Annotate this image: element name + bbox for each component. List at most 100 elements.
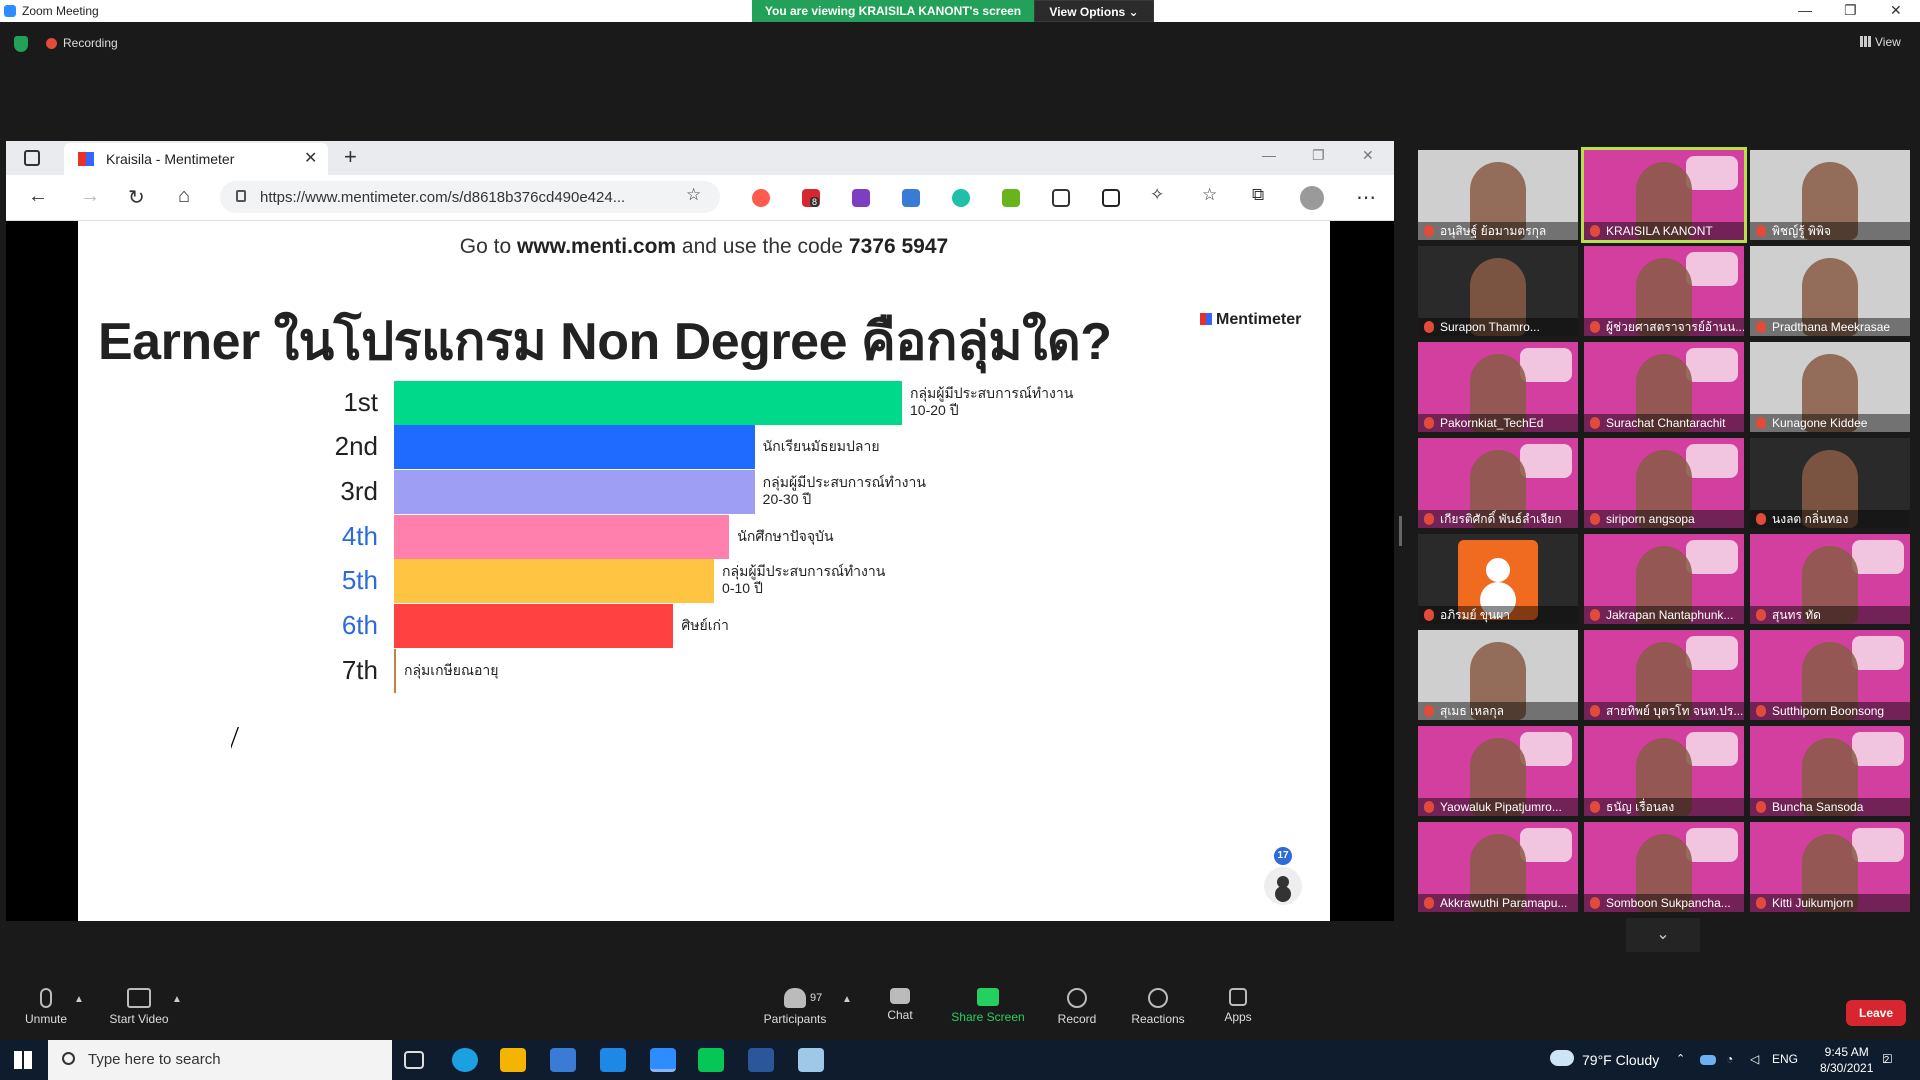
gallery-scroll-down-button[interactable]: ⌄ [1626,918,1700,952]
language-indicator[interactable]: ENG [1772,1052,1798,1066]
qr-icon[interactable] [1052,189,1070,207]
download-icon[interactable] [1002,189,1020,207]
video-options-caret-icon[interactable]: ▲ [172,994,182,1005]
browser-restore-icon[interactable]: ❐ [1312,147,1325,164]
participant-tile[interactable]: นงลต กลิ่นทอง [1750,438,1910,528]
apps-icon [1229,988,1247,1006]
collections-icon[interactable]: ⧉ [1252,185,1264,205]
favorites-icon[interactable]: ☆ [1202,185,1217,205]
onenote-icon[interactable] [852,189,870,207]
participant-tile[interactable]: Buncha Sansoda [1750,726,1910,816]
store-icon[interactable] [550,1048,576,1072]
extension-icon[interactable] [752,189,770,207]
unmute-button[interactable]: Unmute [20,988,72,1026]
participant-tile[interactable]: สายทิพย์ บุตรโท จนท.ปร... [1584,630,1744,720]
network-icon[interactable]: ◔ [1726,1052,1733,1066]
mail-icon[interactable] [600,1048,626,1072]
virtual-background-decor [1686,540,1738,574]
security-shield-icon[interactable] [14,36,28,52]
windows-taskbar: Type here to search 79°F Cloudy ⌃ ◔ ◁ EN… [0,1040,1920,1080]
join-instructions: Go to www.menti.com and use the code 737… [78,235,1330,259]
chat-button[interactable]: Chat [880,988,920,1022]
profile-avatar[interactable] [1300,186,1324,210]
favorite-star-icon[interactable]: ☆ [686,185,701,205]
participant-tile[interactable]: Pradthana Meekrasae [1750,246,1910,336]
translate-icon[interactable] [902,189,920,207]
address-bar[interactable]: https://www.mentimeter.com/s/d8618b376cd… [220,181,720,213]
forward-icon[interactable]: → [80,185,100,208]
minimize-icon[interactable]: — [1798,2,1812,18]
windows-start-icon[interactable] [14,1051,32,1069]
zoom-taskbar-icon[interactable] [650,1048,676,1072]
more-menu-icon[interactable]: ⋯ [1356,185,1376,210]
extension-shield-icon[interactable]: 8 [802,189,820,207]
participant-tile[interactable]: Surapon Thamro... [1418,246,1578,336]
volume-icon[interactable]: ◁ [1750,1052,1759,1066]
new-tab-icon[interactable]: + [344,144,357,170]
tray-chevron-icon[interactable]: ⌃ [1676,1052,1685,1065]
participant-tile[interactable]: ธนัญ เรื่อนลง [1584,726,1744,816]
share-screen-button[interactable]: Share Screen [950,988,1026,1024]
participant-tile[interactable]: อนุสิษฐ์ ย้อมามตรกุล [1418,150,1578,240]
taskbar-search-box[interactable]: Type here to search [48,1040,392,1080]
muted-mic-icon [1590,225,1600,237]
taskbar-clock[interactable]: 9:45 AM 8/30/2021 [1820,1044,1873,1076]
onedrive-icon[interactable] [1700,1055,1716,1065]
participant-tile[interactable]: อภิรมย์ ขุนผา [1418,534,1578,624]
participant-tile[interactable]: Kunagone Kiddee [1750,342,1910,432]
participant-tile[interactable]: พิชญ์รู้ พิพิจ [1750,150,1910,240]
weather-text[interactable]: 79°F Cloudy [1582,1052,1659,1068]
participant-tile[interactable]: Somboon Sukpancha... [1584,822,1744,912]
edge-browser-icon[interactable] [452,1048,478,1072]
notifications-icon[interactable]: ☐2 [1882,1052,1893,1066]
participant-tile[interactable]: Pakornkiat_TechEd [1418,342,1578,432]
extensions-puzzle-icon[interactable]: ✧ [1150,185,1164,205]
participant-tile[interactable]: เกียรติศักดิ์ พันธ์ลำเจียก [1418,438,1578,528]
apps-button[interactable]: Apps [1222,988,1254,1024]
participant-tile[interactable]: สุนทร ทัด [1750,534,1910,624]
participant-tile[interactable]: Akkrawuthi Paramapu... [1418,822,1578,912]
tab-actions-icon[interactable] [24,150,40,166]
refresh-icon[interactable]: ↻ [128,185,145,210]
reactions-button[interactable]: Reactions [1130,988,1186,1026]
notion-icon[interactable] [1102,189,1120,207]
participant-tile[interactable]: Jakrapan Nantaphunk... [1584,534,1744,624]
panel-splitter[interactable] [1399,516,1402,546]
participant-name: สุเมธ เหลกุล [1418,702,1578,720]
view-options-button[interactable]: View Options ⌄ [1034,0,1154,22]
participant-name: ธนัญ เรื่อนลง [1584,798,1744,816]
line-icon[interactable] [698,1048,724,1072]
record-button[interactable]: Record [1054,988,1100,1026]
participant-name: Surachat Chantarachit [1584,414,1744,432]
home-icon[interactable]: ⌂ [178,185,190,208]
participant-tile[interactable]: สุเมธ เหลกุล [1418,630,1578,720]
participant-tile[interactable]: Yaowaluk Pipatjumro... [1418,726,1578,816]
task-view-icon[interactable] [404,1051,424,1069]
chat-icon [890,988,910,1004]
participant-tile[interactable]: KRAISILA KANONT [1581,147,1747,243]
tab-close-icon[interactable]: ✕ [304,148,317,168]
back-icon[interactable]: ← [28,185,48,208]
audio-options-caret-icon[interactable]: ▲ [74,994,84,1005]
close-icon[interactable]: ✕ [1890,2,1902,19]
participant-tile[interactable]: Sutthiporn Boonsong [1750,630,1910,720]
participants-caret-icon[interactable]: ▲ [842,994,852,1005]
browser-minimize-icon[interactable]: — [1262,147,1276,163]
response-count-badge: 17 [1274,847,1292,865]
start-video-button[interactable]: Start Video [104,988,174,1026]
browser-tab[interactable]: Kraisila - Mentimeter ✕ [64,143,328,175]
participant-tile[interactable]: Surachat Chantarachit [1584,342,1744,432]
notes-icon[interactable] [798,1048,824,1072]
browser-tabbar: Kraisila - Mentimeter ✕ + — ❐ ✕ [6,141,1394,175]
view-button[interactable]: View [1860,35,1901,49]
leave-button[interactable]: Leave [1846,1000,1906,1026]
participant-tile[interactable]: Kitti Juikumjorn [1750,822,1910,912]
browser-close-icon[interactable]: ✕ [1362,147,1374,164]
extension-m-icon[interactable] [952,189,970,207]
participant-tile[interactable]: siriporn angsopa [1584,438,1744,528]
participant-tile[interactable]: ผู้ช่วยศาสตราจารย์อ้านน... [1584,246,1744,336]
file-explorer-icon[interactable] [500,1048,526,1072]
ranking-bar [394,425,755,469]
word-icon[interactable] [748,1048,774,1072]
restore-icon[interactable]: ❐ [1844,2,1857,19]
